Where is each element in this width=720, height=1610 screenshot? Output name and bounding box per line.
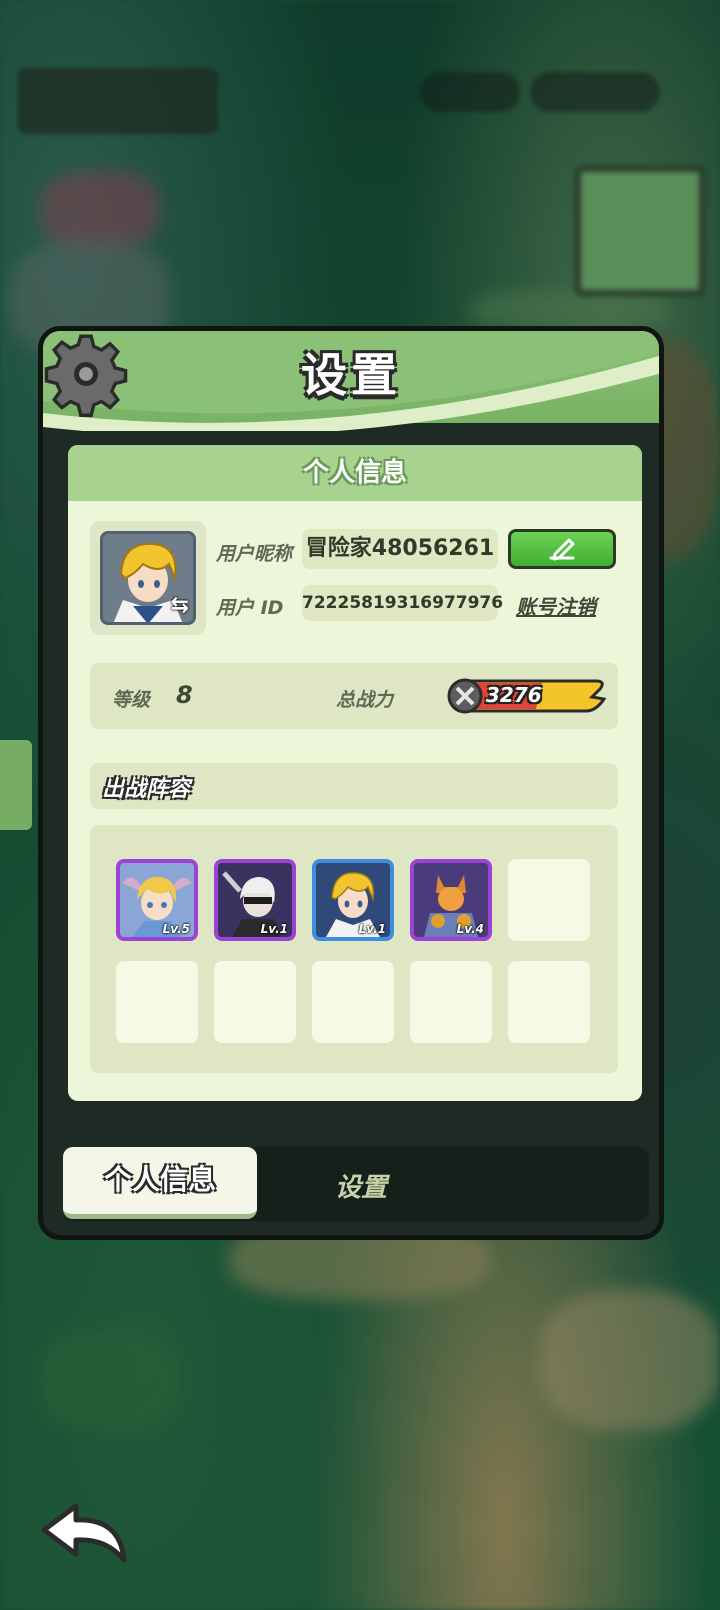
avatar-frame[interactable]: ⇆ bbox=[90, 521, 206, 635]
section-title: 个人信息 bbox=[68, 445, 642, 501]
hero-slot-2[interactable]: Lv.1 bbox=[214, 859, 296, 941]
power-label: 总战力 bbox=[336, 689, 394, 711]
swap-avatar-icon[interactable]: ⇆ bbox=[171, 593, 189, 618]
empty-slot[interactable] bbox=[312, 961, 394, 1043]
settings-panel: 设置 个人信息 ⇆ 用户昵称 冒险家48056261 用户 ID 7222581… bbox=[38, 326, 664, 1240]
hero-level-1: Lv.5 bbox=[162, 922, 190, 936]
stats-row: 等级 8 总战力 3276 bbox=[90, 663, 618, 729]
account-deletion-link[interactable]: 账号注销 bbox=[516, 591, 596, 620]
edit-nickname-button[interactable] bbox=[508, 529, 616, 569]
avatar[interactable]: ⇆ bbox=[100, 531, 196, 625]
nickname-field: 冒险家48056261 bbox=[302, 529, 498, 569]
side-menu-tab bbox=[0, 740, 32, 830]
panel-header: 设置 bbox=[43, 331, 659, 431]
level-label: 等级 bbox=[112, 689, 151, 711]
user-id-label: 用户 ID bbox=[216, 597, 284, 619]
edit-pencil-icon bbox=[549, 538, 575, 561]
hud-resource-gems bbox=[420, 72, 520, 112]
lineup-grid: Lv.5 Lv.1 Lv.1 Lv.4 bbox=[90, 825, 618, 1073]
empty-slot[interactable] bbox=[214, 961, 296, 1043]
tab-settings[interactable]: 设置 bbox=[335, 1167, 387, 1204]
bottom-tab-bar: 个人信息 设置 bbox=[63, 1147, 649, 1221]
hero-slot-1[interactable]: Lv.5 bbox=[116, 859, 198, 941]
user-id-field: 72225819316977976 bbox=[302, 585, 503, 621]
empty-slot[interactable] bbox=[116, 961, 198, 1043]
hero-slot-4[interactable]: Lv.4 bbox=[410, 859, 492, 941]
hud-player-card bbox=[18, 68, 218, 134]
hero-slot-3[interactable]: Lv.1 bbox=[312, 859, 394, 941]
tab-personal-info[interactable]: 个人信息 bbox=[63, 1147, 257, 1219]
lineup-title: 出战阵容 bbox=[102, 777, 191, 802]
minimap bbox=[575, 166, 705, 296]
power-badge: 3276 bbox=[446, 677, 607, 715]
empty-slot[interactable] bbox=[508, 859, 590, 941]
empty-slot[interactable] bbox=[508, 961, 590, 1043]
nickname-label: 用户昵称 bbox=[216, 543, 293, 565]
hero-level-2: Lv.1 bbox=[260, 922, 288, 936]
back-arrow-icon[interactable] bbox=[36, 1500, 132, 1572]
hud-resource-coins bbox=[530, 72, 660, 112]
hero-level-4: Lv.4 bbox=[456, 922, 484, 936]
lineup-header: 出战阵容 bbox=[90, 763, 618, 809]
panel-title: 设置 bbox=[301, 348, 401, 402]
empty-slot[interactable] bbox=[410, 961, 492, 1043]
power-value: 3276 bbox=[486, 683, 542, 707]
hero-level-3: Lv.1 bbox=[358, 922, 386, 936]
level-value: 8 bbox=[176, 681, 193, 709]
profile-card: 个人信息 ⇆ 用户昵称 冒险家48056261 用户 ID 7222581931… bbox=[68, 445, 642, 1101]
